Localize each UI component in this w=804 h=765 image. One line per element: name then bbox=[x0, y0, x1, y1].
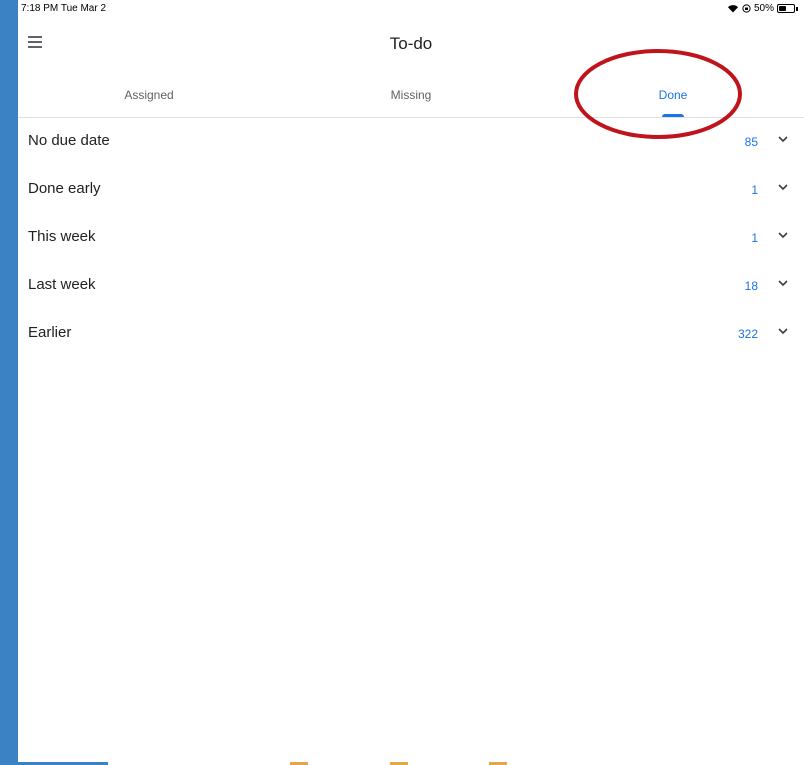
group-label: This week bbox=[28, 228, 96, 245]
chevron-down-icon[interactable] bbox=[778, 184, 788, 191]
group-row-last-week[interactable]: Last week 18 bbox=[18, 262, 804, 310]
group-label: No due date bbox=[28, 132, 110, 149]
group-count: 1 bbox=[751, 183, 758, 197]
battery-fill bbox=[779, 6, 786, 11]
tab-assigned[interactable]: Assigned bbox=[18, 80, 280, 117]
done-groups-list: No due date 85 Done early 1 This week 1 … bbox=[18, 118, 804, 358]
group-label: Earlier bbox=[28, 324, 72, 341]
group-row-done-early[interactable]: Done early 1 bbox=[18, 166, 804, 214]
tab-missing-label: Missing bbox=[390, 88, 432, 102]
status-bar: 7:18 PM Tue Mar 2 50% bbox=[18, 0, 804, 20]
group-count: 1 bbox=[751, 231, 758, 245]
group-row-earlier[interactable]: Earlier 322 bbox=[18, 310, 804, 358]
chevron-down-icon[interactable] bbox=[778, 328, 788, 335]
status-time: 7:18 PM Tue Mar 2 bbox=[21, 3, 107, 14]
group-row-this-week[interactable]: This week 1 bbox=[18, 214, 804, 262]
group-count: 85 bbox=[744, 135, 758, 149]
battery-percent: 50% bbox=[753, 3, 774, 14]
chevron-down-icon[interactable] bbox=[778, 280, 788, 287]
group-count: 18 bbox=[744, 279, 758, 293]
battery-tip bbox=[796, 6, 798, 11]
red-circle-annotation bbox=[574, 49, 742, 139]
app-screen: 7:18 PM Tue Mar 2 50% To-do Assigned Mis… bbox=[18, 0, 804, 765]
group-label: Done early bbox=[28, 180, 101, 197]
tab-assigned-label: Assigned bbox=[124, 88, 174, 102]
orientation-lock-icon bbox=[742, 4, 751, 13]
status-icons: 50% bbox=[727, 3, 798, 14]
tab-missing[interactable]: Missing bbox=[280, 80, 542, 117]
wifi-icon bbox=[727, 5, 738, 13]
chevron-down-icon[interactable] bbox=[778, 136, 788, 143]
group-label: Last week bbox=[28, 276, 96, 293]
chevron-down-icon[interactable] bbox=[778, 232, 788, 239]
group-count: 322 bbox=[737, 327, 758, 341]
battery-icon bbox=[777, 4, 795, 13]
